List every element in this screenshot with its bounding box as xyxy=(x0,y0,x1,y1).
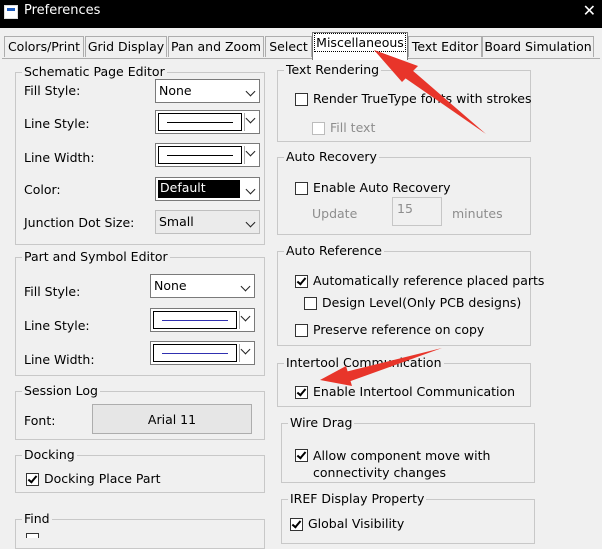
checkbox-box[interactable] xyxy=(26,473,39,486)
line-style-label: Line Style: xyxy=(24,116,90,131)
auto-reference-checkbox[interactable]: Automatically reference placed parts xyxy=(295,273,544,288)
checkbox-box[interactable] xyxy=(290,518,303,531)
update-interval-input[interactable]: 15 xyxy=(392,197,442,226)
group-title: Auto Recovery xyxy=(284,149,379,164)
group-title: IREF Display Property xyxy=(288,491,427,506)
checkbox-label: Allow component move with connectivity c… xyxy=(313,447,490,481)
checkbox-label: Enable Auto Recovery xyxy=(313,180,451,195)
label-line-1: Allow component move with xyxy=(313,448,491,463)
part-fill-style-label: Fill Style: xyxy=(24,284,81,299)
render-truetype-checkbox[interactable]: Render TrueType fonts with strokes xyxy=(295,91,531,106)
enable-intertool-checkbox[interactable]: Enable Intertool Communication xyxy=(295,384,515,399)
tab-miscellaneous[interactable]: Miscellaneous xyxy=(312,32,408,60)
checkbox-label: Automatically reference placed parts xyxy=(313,273,545,288)
schematic-color-select[interactable]: Default xyxy=(155,177,260,201)
chevron-down-icon xyxy=(245,113,256,124)
line-width-preview xyxy=(158,146,242,164)
junction-dot-size-select[interactable]: Small xyxy=(155,210,260,234)
checkbox-label: Global Visibility xyxy=(308,516,405,531)
chevron-down-icon xyxy=(240,344,251,355)
update-label: Update xyxy=(312,206,358,221)
checkbox-label: Preserve reference on copy xyxy=(313,322,485,337)
group-title: Session Log xyxy=(22,383,100,398)
part-fill-style-select[interactable]: None xyxy=(150,274,255,298)
find-group: Find xyxy=(15,511,265,549)
chevron-down-icon xyxy=(240,311,251,322)
minutes-label: minutes xyxy=(452,206,503,221)
chevron-down-icon xyxy=(245,217,256,228)
checkbox-box[interactable] xyxy=(295,386,308,399)
tab-board-simulation[interactable]: Board Simulation xyxy=(482,36,594,57)
checkbox-box[interactable] xyxy=(295,324,308,337)
group-title: Find xyxy=(22,511,52,526)
schematic-line-style-select[interactable] xyxy=(155,110,260,134)
fill-text-checkbox[interactable]: Fill text xyxy=(312,120,375,135)
global-visibility-checkbox[interactable]: Global Visibility xyxy=(290,516,404,531)
tab-text-editor[interactable]: Text Editor xyxy=(408,36,482,57)
divider xyxy=(244,113,245,131)
schematic-line-width-select[interactable] xyxy=(155,143,260,167)
line-style-preview xyxy=(153,311,237,329)
checkbox-label: Enable Intertool Communication xyxy=(313,384,516,399)
docking-place-part-checkbox[interactable]: Docking Place Part xyxy=(26,471,161,486)
divider xyxy=(239,344,240,362)
checkbox-box[interactable] xyxy=(304,297,317,310)
app-icon xyxy=(4,5,18,19)
design-level-checkbox[interactable]: Design Level(Only PCB designs) xyxy=(304,295,521,310)
selected-value: None xyxy=(159,83,192,98)
color-label: Color: xyxy=(24,182,61,197)
checkbox-box[interactable] xyxy=(312,122,325,135)
chevron-down-icon xyxy=(245,86,256,97)
divider xyxy=(244,146,245,164)
line-style-preview xyxy=(158,113,242,131)
group-title: Docking xyxy=(22,447,77,462)
checkbox-box[interactable] xyxy=(295,275,308,288)
divider xyxy=(239,311,240,329)
schematic-fill-style-select[interactable]: None xyxy=(155,79,260,103)
tab-select[interactable]: Select xyxy=(265,36,312,57)
window-title: Preferences xyxy=(24,3,101,18)
checkbox-label: Design Level(Only PCB designs) xyxy=(322,295,522,310)
part-line-style-label: Line Style: xyxy=(24,318,90,333)
title-bar: Preferences ✕ xyxy=(0,0,602,28)
checkbox-label: Fill text xyxy=(330,120,376,135)
selected-value: Small xyxy=(159,214,194,229)
group-title: Text Rendering xyxy=(284,62,382,77)
group-title: Auto Reference xyxy=(284,243,384,258)
line-width-label: Line Width: xyxy=(24,150,95,165)
chevron-down-icon xyxy=(245,184,256,195)
group-title: Schematic Page Editor xyxy=(22,64,167,79)
selected-value: Default xyxy=(158,180,240,198)
part-line-width-select[interactable] xyxy=(150,341,255,365)
group-title: Intertool Communication xyxy=(284,355,444,370)
close-icon[interactable]: ✕ xyxy=(583,1,596,20)
checkbox-box[interactable] xyxy=(295,182,308,195)
tab-bar: Colors/Print Grid Display Pan and Zoom S… xyxy=(0,29,602,60)
part-line-style-select[interactable] xyxy=(150,308,255,332)
font-button[interactable]: Arial 11 xyxy=(92,404,252,434)
input-value: 15 xyxy=(397,201,413,216)
tab-pan-and-zoom[interactable]: Pan and Zoom xyxy=(168,36,264,57)
find-checkbox-partial[interactable] xyxy=(26,533,39,538)
checkbox-box[interactable] xyxy=(295,449,308,462)
checkbox-label: Render TrueType fonts with strokes xyxy=(313,91,532,106)
selected-value: None xyxy=(154,278,187,293)
font-label: Font: xyxy=(24,413,56,428)
chevron-down-icon xyxy=(245,146,256,157)
tab-colors-print[interactable]: Colors/Print xyxy=(4,36,84,57)
group-title: Wire Drag xyxy=(288,415,355,430)
chevron-down-icon xyxy=(240,281,251,292)
line-width-preview xyxy=(153,344,237,362)
part-line-width-label: Line Width: xyxy=(24,352,95,367)
fill-style-label: Fill Style: xyxy=(24,83,81,98)
checkbox-box[interactable] xyxy=(295,93,308,106)
junction-dot-size-label: Junction Dot Size: xyxy=(24,215,135,230)
enable-auto-recovery-checkbox[interactable]: Enable Auto Recovery xyxy=(295,180,451,195)
tab-grid-display[interactable]: Grid Display xyxy=(85,36,167,57)
group-title: Part and Symbol Editor xyxy=(22,249,170,264)
label-line-2: connectivity changes xyxy=(313,465,446,480)
allow-component-move-checkbox[interactable]: Allow component move with connectivity c… xyxy=(295,447,490,481)
preserve-reference-checkbox[interactable]: Preserve reference on copy xyxy=(295,322,484,337)
checkbox-label: Docking Place Part xyxy=(44,471,161,486)
